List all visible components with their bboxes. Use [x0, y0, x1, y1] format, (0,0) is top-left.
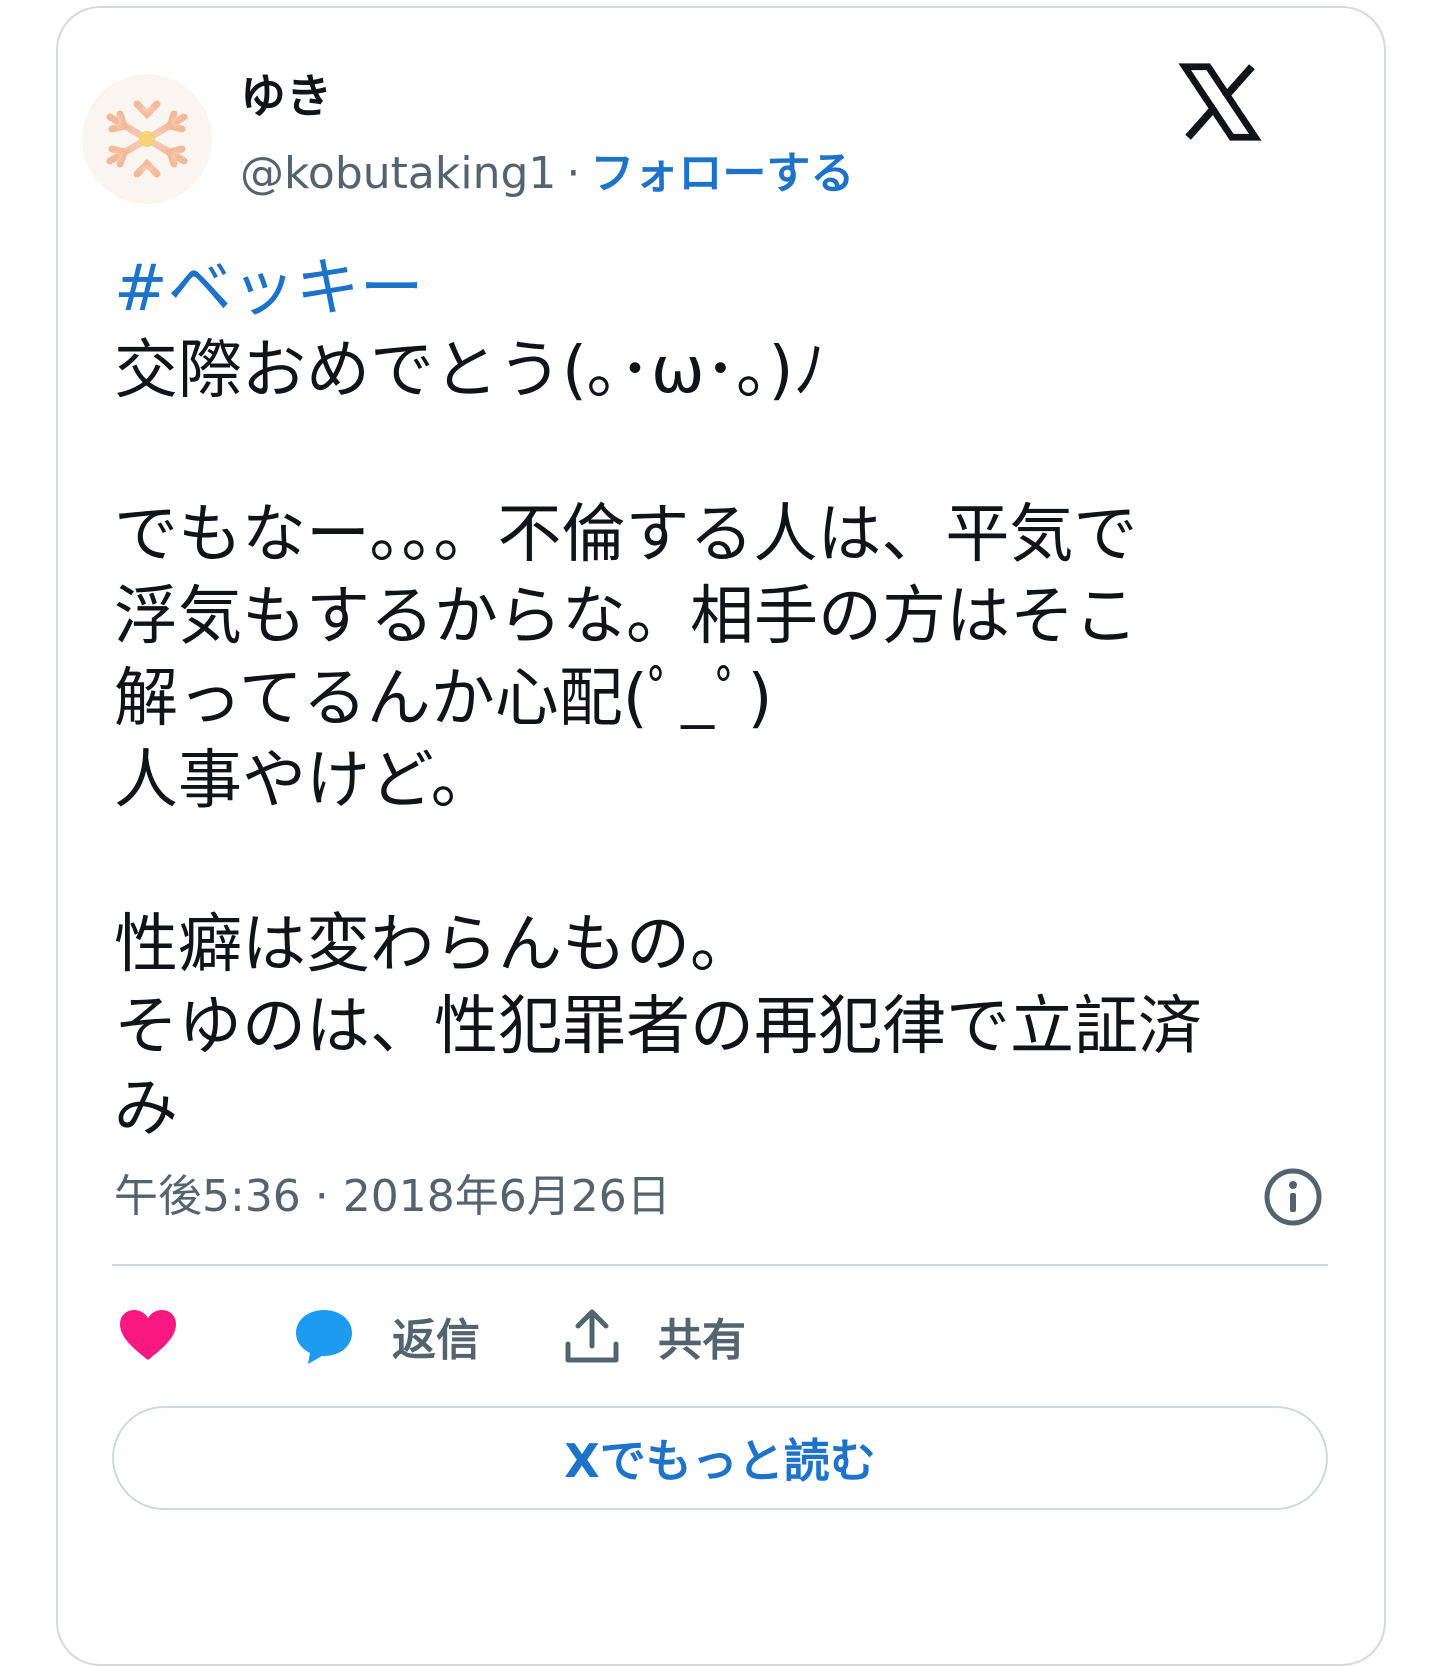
share-label: 共有	[658, 1315, 746, 1366]
author-name[interactable]: ゆき	[240, 66, 332, 126]
like-button[interactable]	[118, 1296, 178, 1376]
author-handle[interactable]: @kobutaking1	[240, 148, 556, 199]
tweet-text-line: そゆのは、性犯罪者の再犯律で立証済	[114, 990, 1202, 1064]
follow-button[interactable]: フォローする	[590, 148, 854, 199]
snowflake-icon	[106, 92, 188, 186]
tweet-text-line: でもなー。。。不倫する人は、平気で	[114, 498, 1138, 572]
tweet-text-line: み	[114, 1072, 178, 1146]
speech-bubble-icon	[296, 1310, 352, 1364]
timestamp-row: 午後5:36 · 2018年6月26日	[114, 1162, 1324, 1232]
reply-button[interactable]: 返信	[294, 1296, 480, 1376]
tweet-body: #ベッキー 交際おめでとう(｡･ω･｡)ﾉ でもなー。。。不倫する人は、平気で …	[114, 248, 1344, 1150]
hashtag-link[interactable]: #ベッキー	[114, 248, 1344, 330]
x-logo-icon[interactable]	[1178, 60, 1262, 144]
reply-label: 返信	[392, 1315, 480, 1366]
tweet-text-line	[114, 822, 1344, 904]
tweet-text-line: 交際おめでとう(｡･ω･｡)ﾉ	[114, 334, 826, 408]
info-icon[interactable]	[1262, 1166, 1324, 1228]
heart-icon	[120, 1310, 176, 1360]
share-upload-icon	[565, 1309, 619, 1363]
author-handle-row: @kobutaking1 · フォローする	[240, 144, 854, 204]
tweet-text-line: 解ってるんか心配(ﾟ_ﾟ)	[114, 662, 773, 736]
avatar[interactable]	[82, 74, 212, 204]
tweet-text-line: 浮気もするからな。相手の方はそこ	[114, 580, 1138, 654]
tweet-text-line: 人事やけど。	[114, 744, 495, 818]
tweet-timestamp[interactable]: 午後5:36 · 2018年6月26日	[114, 1171, 671, 1222]
tweet-header: ゆき @kobutaking1 · フォローする	[82, 60, 1262, 220]
action-bar: 返信 共有	[114, 1296, 1324, 1376]
tweet-text-line	[114, 412, 1344, 494]
tweet-text-line: 性癖は変わらんもの。	[114, 908, 754, 982]
divider	[112, 1264, 1328, 1266]
share-button[interactable]: 共有	[564, 1296, 746, 1376]
separator-dot: ·	[566, 148, 581, 199]
read-more-on-x-button[interactable]: Xでもっと読む	[112, 1406, 1328, 1510]
